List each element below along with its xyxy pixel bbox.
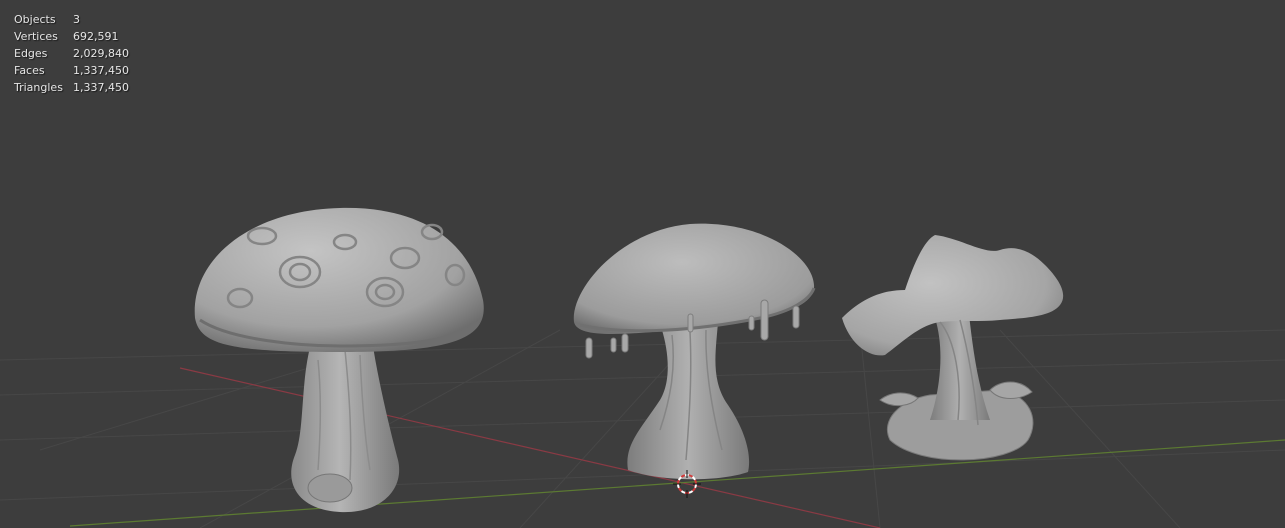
stats-label: Faces xyxy=(14,64,45,77)
stats-row-edges: Edges 2,029,840 xyxy=(14,45,129,62)
stats-row-faces: Faces 1,337,450 xyxy=(14,62,129,79)
stats-row-objects: Objects 3 xyxy=(14,11,129,28)
wavy-cap-mushroom xyxy=(842,235,1064,461)
viewport-scene xyxy=(0,207,1285,528)
3d-viewport[interactable]: Objects 3 Vertices 692,591 Edges 2,029,8… xyxy=(0,0,1285,528)
stats-row-vertices: Vertices 692,591 xyxy=(14,28,129,45)
stats-row-triangles: Triangles 1,337,450 xyxy=(14,79,129,96)
x-axis-line xyxy=(179,367,881,528)
stats-value: 1,337,450 xyxy=(73,64,129,77)
stats-value: 2,029,840 xyxy=(73,47,129,60)
spotted-mushroom xyxy=(194,207,484,513)
stats-value: 3 xyxy=(73,13,80,26)
stats-label: Triangles xyxy=(14,81,63,94)
stats-label: Vertices xyxy=(14,30,58,43)
stats-label: Edges xyxy=(14,47,48,60)
stats-label: Objects xyxy=(14,13,56,26)
stats-value: 1,337,450 xyxy=(73,81,129,94)
scene-statistics-overlay: Objects 3 Vertices 692,591 Edges 2,029,8… xyxy=(14,11,129,96)
stats-value: 692,591 xyxy=(73,30,119,43)
dripping-mushroom xyxy=(573,223,816,480)
